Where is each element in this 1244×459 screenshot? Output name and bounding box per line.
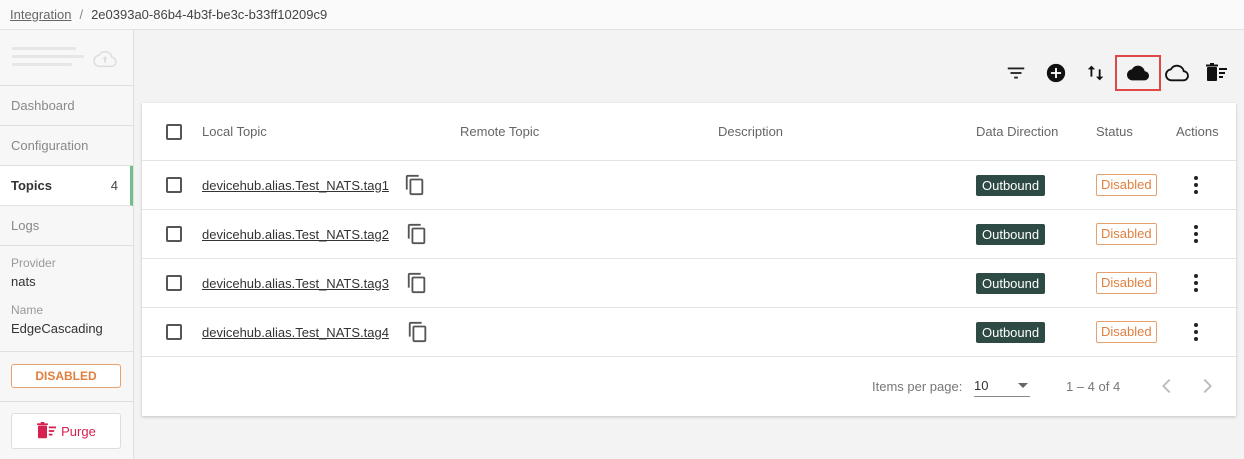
row-checkbox[interactable] <box>166 226 182 242</box>
logo-placeholder <box>12 55 84 58</box>
delete-sweep-icon <box>1206 63 1227 81</box>
provider-label: Provider <box>11 256 56 270</box>
copy-icon <box>405 174 424 196</box>
sidebar: Dashboard Configuration Topics 4 Logs Pr… <box>0 30 134 459</box>
sidebar-item-configuration[interactable]: Configuration <box>0 126 133 166</box>
header-remote-topic[interactable]: Remote Topic <box>460 103 539 160</box>
delete-sweep-icon <box>37 422 57 439</box>
status-badge: Disabled <box>1096 272 1157 294</box>
cloud-enable-button[interactable] <box>1115 55 1161 91</box>
topics-table-card: Local Topic Remote Topic Description Dat… <box>142 103 1236 416</box>
add-circle-icon <box>1046 63 1066 83</box>
direction-badge: Outbound <box>976 272 1046 294</box>
breadcrumb-separator: / <box>79 7 84 22</box>
local-topic-link[interactable]: devicehub.alias.Test_NATS.tag3 <box>202 276 389 291</box>
filter-icon <box>1007 67 1025 79</box>
integration-info: Provider nats Name EdgeCascading <box>0 246 133 352</box>
page-range: 1 – 4 of 4 <box>1066 379 1121 394</box>
row-checkbox[interactable] <box>166 177 182 193</box>
purge-topics-button[interactable] <box>1202 58 1232 88</box>
copy-button[interactable] <box>406 259 428 307</box>
sidebar-item-label: Configuration <box>11 138 89 153</box>
sidebar-item-dashboard[interactable]: Dashboard <box>0 86 133 126</box>
chevron-left-icon <box>1162 378 1171 394</box>
local-topic-link[interactable]: devicehub.alias.Test_NATS.tag4 <box>202 325 389 340</box>
paginator: Items per page: 10 1 – 4 of 4 <box>142 357 1236 415</box>
direction-badge: Outbound <box>976 174 1046 196</box>
row-actions-button[interactable] <box>1184 161 1208 209</box>
breadcrumb: Integration / 2e0393a0-86b4-4b3f-be3c-b3… <box>0 0 1244 30</box>
name-label: Name <box>11 303 44 317</box>
header-local-topic[interactable]: Local Topic <box>202 103 267 160</box>
page-size-value: 10 <box>974 378 989 393</box>
select-all-cell <box>166 103 182 160</box>
name-value: EdgeCascading <box>11 321 103 336</box>
copy-icon <box>407 272 426 294</box>
row-actions-button[interactable] <box>1184 259 1208 307</box>
integration-status: DISABLED <box>0 352 133 402</box>
table-row: devicehub.alias.Test_NATS.tag2 Outbound … <box>142 210 1236 259</box>
filter-button[interactable] <box>1001 58 1031 88</box>
sidebar-item-label: Logs <box>11 218 40 233</box>
more-vert-icon <box>1194 176 1198 194</box>
chevron-down-icon <box>1018 383 1028 388</box>
cloud-upload-icon <box>93 50 117 68</box>
header-data-direction[interactable]: Data Direction <box>976 103 1058 160</box>
status-badge: DISABLED <box>11 364 121 388</box>
row-actions-button[interactable] <box>1184 210 1208 258</box>
local-topic-link[interactable]: devicehub.alias.Test_NATS.tag1 <box>202 178 389 193</box>
copy-icon <box>407 223 426 245</box>
provider-value: nats <box>11 274 36 289</box>
purge-button[interactable]: Purge <box>11 413 121 449</box>
header-actions: Actions <box>1176 124 1219 139</box>
row-actions-button[interactable] <box>1184 308 1208 356</box>
cloud-disable-button[interactable] <box>1162 58 1192 88</box>
sidebar-item-logs[interactable]: Logs <box>0 206 133 246</box>
copy-button[interactable] <box>406 210 428 258</box>
status-badge: Disabled <box>1096 223 1157 245</box>
header-description[interactable]: Description <box>718 103 783 160</box>
next-page-button[interactable] <box>1196 375 1218 400</box>
breadcrumb-current: 2e0393a0-86b4-4b3f-be3c-b33ff10209c9 <box>91 7 328 22</box>
logo-placeholder <box>12 47 76 50</box>
copy-icon <box>408 321 427 343</box>
purge-label: Purge <box>61 423 96 439</box>
select-all-checkbox[interactable] <box>166 123 182 140</box>
more-vert-icon <box>1194 225 1198 243</box>
more-vert-icon <box>1194 323 1198 341</box>
logo-placeholder <box>12 63 72 66</box>
more-vert-icon <box>1194 274 1198 292</box>
table-header: Local Topic Remote Topic Description Dat… <box>142 103 1236 161</box>
add-topic-button[interactable] <box>1041 58 1071 88</box>
swap-vertical-icon <box>1087 65 1104 81</box>
copy-button[interactable] <box>407 308 429 356</box>
local-topic-link[interactable]: devicehub.alias.Test_NATS.tag2 <box>202 227 389 242</box>
topics-count: 4 <box>110 178 118 193</box>
copy-button[interactable] <box>404 161 426 209</box>
sidebar-item-topics[interactable]: Topics 4 <box>0 166 133 206</box>
cloud-filled-icon <box>1127 65 1149 81</box>
status-badge: Disabled <box>1096 321 1157 343</box>
page-size-select[interactable]: 10 <box>974 373 1030 397</box>
previous-page-button[interactable] <box>1156 375 1178 400</box>
table-row: devicehub.alias.Test_NATS.tag3 Outbound … <box>142 259 1236 308</box>
cloud-outline-icon <box>1165 64 1189 82</box>
chevron-right-icon <box>1203 378 1212 394</box>
row-checkbox[interactable] <box>166 275 182 291</box>
direction-badge: Outbound <box>976 223 1046 245</box>
header-status[interactable]: Status <box>1096 103 1133 160</box>
table-row: devicehub.alias.Test_NATS.tag1 Outbound … <box>142 161 1236 210</box>
status-badge: Disabled <box>1096 174 1157 196</box>
sidebar-item-label: Dashboard <box>11 98 75 113</box>
items-per-page-label: Items per page: <box>872 379 963 394</box>
table-row: devicehub.alias.Test_NATS.tag4 Outbound … <box>142 308 1236 357</box>
logo-area <box>0 30 133 86</box>
direction-badge: Outbound <box>976 321 1046 343</box>
topics-toolbar <box>1000 55 1240 91</box>
purge-area: Purge <box>0 402 133 459</box>
sidebar-item-label: Topics <box>11 178 52 193</box>
sort-button[interactable] <box>1081 58 1111 88</box>
breadcrumb-integration-link[interactable]: Integration <box>10 7 71 22</box>
row-checkbox[interactable] <box>166 324 182 340</box>
